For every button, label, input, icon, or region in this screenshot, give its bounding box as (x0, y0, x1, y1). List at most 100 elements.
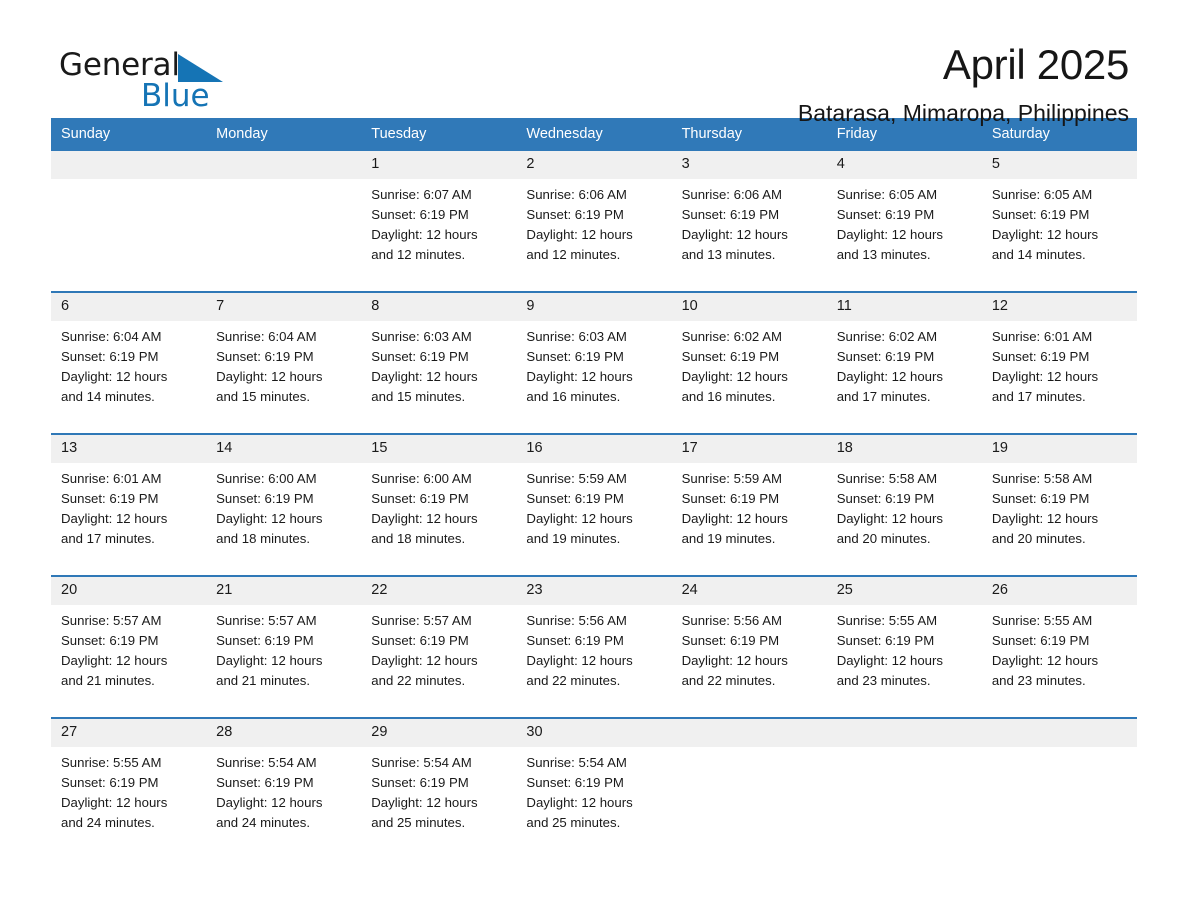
day-detail-cell[interactable]: Sunrise: 5:58 AM Sunset: 6:19 PM Daylight:… (981, 463, 1137, 563)
calendar-body: 1 2 3 4 5 Sunrise: 6:07 AM Sunset: 6:19 PM Dayl… (51, 151, 1137, 847)
week-separator-cell (51, 279, 1137, 293)
day-number-cell[interactable]: 1 (361, 151, 517, 179)
day-detail-cell[interactable]: Sunrise: 6:01 AM Sunset: 6:19 PM Daylight:… (981, 321, 1137, 421)
day-detail-cell-empty (671, 747, 827, 847)
day-number-cell[interactable]: 20 (51, 576, 207, 605)
day-number-cell[interactable]: 13 (51, 434, 207, 463)
day-number-cell[interactable]: 11 (826, 292, 982, 321)
sunrise-time: Sunrise: 6:06 AM (681, 187, 782, 202)
day-detail-cell[interactable]: Sunrise: 6:05 AM Sunset: 6:19 PM Daylight:… (981, 179, 1137, 279)
sunset-time: Sunset: 6:19 PM (216, 633, 314, 648)
day-detail-cell[interactable]: Sunrise: 5:54 AM Sunset: 6:19 PM Daylight:… (516, 747, 672, 847)
day-detail-cell[interactable]: Sunrise: 6:02 AM Sunset: 6:19 PM Daylight:… (671, 321, 827, 421)
logo-top-row: General (59, 48, 319, 82)
sunrise-time: Sunrise: 5:54 AM (371, 755, 472, 770)
daylight-duration-line1: Daylight: 12 hours (991, 511, 1099, 526)
day-detail-cell[interactable]: Sunrise: 5:54 AM Sunset: 6:19 PM Daylight:… (361, 747, 517, 847)
general-blue-logo[interactable]: General Blue (59, 48, 319, 118)
day-detail-cell[interactable]: Sunrise: 6:04 AM Sunset: 6:19 PM Daylight:… (206, 321, 362, 421)
day-detail-cell[interactable]: Sunrise: 6:05 AM Sunset: 6:19 PM Daylight:… (826, 179, 982, 279)
day-number-cell[interactable]: 23 (516, 576, 672, 605)
sunset-time: Sunset: 6:19 PM (681, 633, 780, 648)
day-detail-cell[interactable]: Sunrise: 6:06 AM Sunset: 6:19 PM Daylight:… (516, 179, 672, 279)
day-detail-cell-empty (981, 747, 1137, 847)
day-detail-cell[interactable]: Sunrise: 5:59 AM Sunset: 6:19 PM Daylight:… (671, 463, 827, 563)
day-number-cell[interactable]: 22 (361, 576, 517, 605)
day-number-cell[interactable]: 28 (206, 718, 362, 747)
daylight-duration-line1: Daylight: 12 hours (526, 653, 633, 668)
day-detail-cell[interactable]: Sunrise: 6:02 AM Sunset: 6:19 PM Daylight:… (826, 321, 982, 421)
day-detail-cell[interactable]: Sunrise: 6:00 AM Sunset: 6:19 PM Daylight:… (361, 463, 517, 563)
day-number-cell[interactable]: 17 (671, 434, 827, 463)
sunset-time: Sunset: 6:19 PM (836, 349, 935, 364)
day-number-cell[interactable]: 8 (361, 292, 517, 321)
day-detail-cell[interactable]: Sunrise: 5:58 AM Sunset: 6:19 PM Daylight:… (826, 463, 982, 563)
day-number-cell[interactable]: 30 (516, 718, 672, 747)
day-number-cell[interactable]: 21 (206, 576, 362, 605)
day-detail-cell[interactable]: Sunrise: 5:55 AM Sunset: 6:19 PM Daylight:… (826, 605, 982, 705)
day-detail-cell[interactable]: Sunrise: 5:55 AM Sunset: 6:19 PM Daylight:… (981, 605, 1137, 705)
day-detail-cell[interactable]: Sunrise: 5:56 AM Sunset: 6:19 PM Daylight:… (516, 605, 672, 705)
week-separator (51, 705, 1137, 719)
sunrise-time: Sunrise: 5:54 AM (216, 755, 317, 770)
day-detail-cell[interactable]: Sunrise: 6:01 AM Sunset: 6:19 PM Daylight:… (51, 463, 207, 563)
page-title: April 2025 (942, 41, 1129, 88)
day-detail-row: Sunrise: 6:07 AM Sunset: 6:19 PM Daylight:… (51, 179, 1137, 279)
day-detail-cell[interactable]: Sunrise: 5:54 AM Sunset: 6:19 PM Daylight:… (206, 747, 362, 847)
day-detail-cell[interactable]: Sunrise: 6:04 AM Sunset: 6:19 PM Daylight:… (51, 321, 207, 421)
day-number-cell[interactable]: 15 (361, 434, 517, 463)
daylight-duration-line2: and 17 minutes. (991, 389, 1086, 404)
day-number-cell[interactable]: 25 (826, 576, 982, 605)
day-number-cell[interactable]: 6 (51, 292, 207, 321)
day-detail-cell[interactable]: Sunrise: 6:00 AM Sunset: 6:19 PM Daylight:… (206, 463, 362, 563)
day-number-cell[interactable]: 12 (981, 292, 1137, 321)
day-number-cell[interactable]: 18 (826, 434, 982, 463)
day-number-cell-empty (826, 718, 982, 747)
day-detail-cell[interactable]: Sunrise: 5:55 AM Sunset: 6:19 PM Daylight:… (51, 747, 207, 847)
sunset-time: Sunset: 6:19 PM (526, 775, 624, 790)
day-detail-cell[interactable]: Sunrise: 5:57 AM Sunset: 6:19 PM Daylight:… (206, 605, 362, 705)
daylight-duration-line1: Daylight: 12 hours (836, 369, 943, 384)
daylight-duration-line2: and 12 minutes. (526, 247, 621, 262)
title-block: April 2025 Batarasa, Mimaropa, Philippin… (798, 40, 1129, 127)
day-detail-cell[interactable]: Sunrise: 5:56 AM Sunset: 6:19 PM Daylight:… (671, 605, 827, 705)
sunrise-time: Sunrise: 5:56 AM (526, 613, 627, 628)
day-number-cell[interactable]: 14 (206, 434, 362, 463)
day-number-cell[interactable]: 10 (671, 292, 827, 321)
day-number-cell[interactable]: 5 (981, 151, 1137, 179)
day-detail-cell[interactable]: Sunrise: 6:06 AM Sunset: 6:19 PM Daylight:… (671, 179, 827, 279)
day-number-cell[interactable]: 24 (671, 576, 827, 605)
day-number-cell[interactable]: 4 (826, 151, 982, 179)
day-number-cell[interactable]: 29 (361, 718, 517, 747)
day-detail-cell[interactable]: Sunrise: 6:03 AM Sunset: 6:19 PM Daylight:… (361, 321, 517, 421)
daylight-duration-line2: and 22 minutes. (681, 673, 776, 688)
day-detail-cell[interactable]: Sunrise: 6:03 AM Sunset: 6:19 PM Daylight:… (516, 321, 672, 421)
daylight-duration-line2: and 22 minutes. (371, 673, 466, 688)
daylight-duration-line1: Daylight: 12 hours (216, 511, 323, 526)
sunrise-time: Sunrise: 5:58 AM (991, 471, 1093, 486)
day-number-cell[interactable]: 16 (516, 434, 672, 463)
daylight-duration-line1: Daylight: 12 hours (526, 511, 633, 526)
day-detail-cell[interactable]: Sunrise: 5:57 AM Sunset: 6:19 PM Daylight:… (51, 605, 207, 705)
daylight-duration-line2: and 19 minutes. (526, 531, 621, 546)
day-number-cell[interactable]: 26 (981, 576, 1137, 605)
day-detail-cell[interactable]: Sunrise: 6:07 AM Sunset: 6:19 PM Daylight:… (361, 179, 517, 279)
day-number-cell[interactable]: 2 (516, 151, 672, 179)
daylight-duration-line1: Daylight: 12 hours (681, 511, 788, 526)
week-separator-cell (51, 421, 1137, 435)
day-number-cell[interactable]: 7 (206, 292, 362, 321)
day-detail-cell[interactable]: Sunrise: 5:57 AM Sunset: 6:19 PM Daylight:… (361, 605, 517, 705)
sunrise-time: Sunrise: 5:56 AM (681, 613, 782, 628)
day-number-cell[interactable]: 19 (981, 434, 1137, 463)
daylight-duration-line1: Daylight: 12 hours (61, 795, 168, 810)
day-number-cell[interactable]: 3 (671, 151, 827, 179)
daylight-duration-line2: and 17 minutes. (61, 531, 155, 546)
day-number-cell[interactable]: 27 (51, 718, 207, 747)
day-number-cell[interactable]: 9 (516, 292, 672, 321)
sunrise-time: Sunrise: 5:55 AM (61, 755, 162, 770)
sunrise-time: Sunrise: 6:06 AM (526, 187, 627, 202)
sunset-time: Sunset: 6:19 PM (371, 633, 469, 648)
week-separator-cell (51, 563, 1137, 577)
day-detail-row: Sunrise: 5:57 AM Sunset: 6:19 PM Daylight:… (51, 605, 1137, 705)
day-detail-cell[interactable]: Sunrise: 5:59 AM Sunset: 6:19 PM Daylight:… (516, 463, 672, 563)
